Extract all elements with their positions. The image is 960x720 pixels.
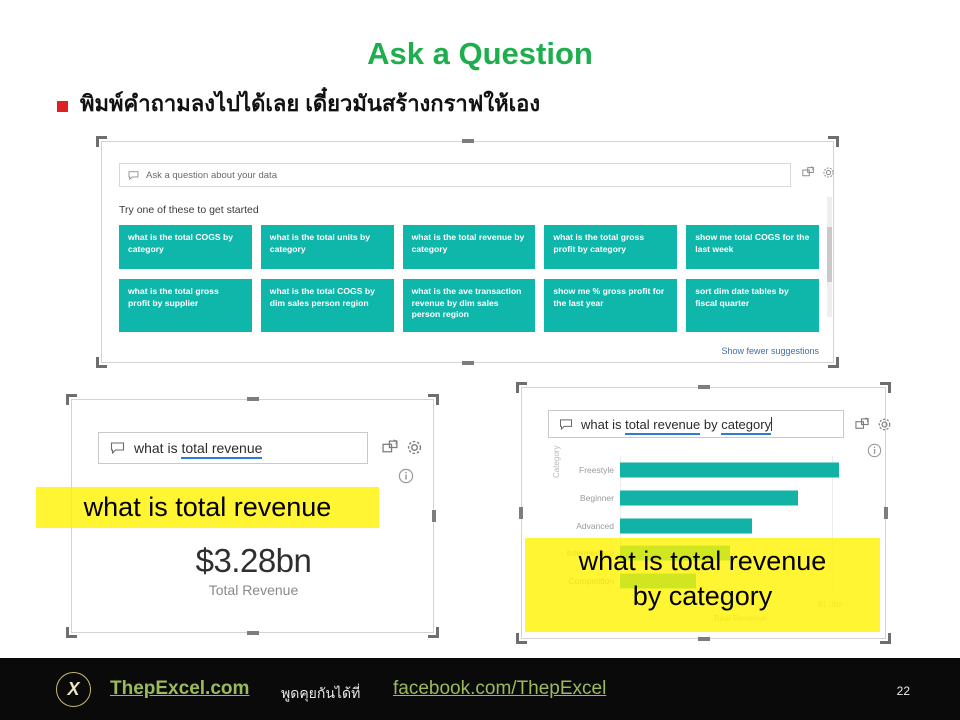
suggestion-tile[interactable]: what is the total units by category (260, 225, 394, 269)
highlight-annotation-right: what is total revenue by category (525, 538, 880, 632)
suggestion-tile[interactable]: what is the total revenue by category (402, 225, 536, 269)
selection-handle-bottom-left[interactable] (66, 627, 77, 638)
gear-icon[interactable] (877, 417, 892, 432)
qna-query-text-right: what is total revenue by category (581, 416, 773, 435)
thepexcel-logo-icon: X (56, 672, 91, 707)
qna-search-placeholder: Ask a question about your data (146, 169, 277, 181)
qna-search-input[interactable]: Ask a question about your data (119, 163, 791, 187)
chart-category-label: Beginner (579, 492, 614, 503)
selection-handle-top-mid[interactable] (246, 397, 259, 401)
suggestion-tile[interactable]: what is the total COGS by dim sales pers… (260, 279, 394, 332)
gear-icon[interactable] (406, 439, 423, 456)
pin-visual-icon[interactable] (802, 166, 815, 179)
selection-handle-top-right[interactable] (880, 382, 891, 393)
suggestions-heading: Try one of these to get started (119, 204, 259, 216)
chart-category-label: Advanced (576, 520, 614, 531)
speech-bubble-icon (110, 442, 125, 454)
footer-website-link[interactable]: ThepExcel.com (110, 678, 249, 700)
bullet-line: พิมพ์คำถามลงไปได้เลย เดี๋ยวมันสร้างกราฟใ… (57, 90, 540, 119)
page-number: 22 (896, 684, 910, 698)
suggestion-tile[interactable]: what is the total gross profit by suppli… (119, 279, 252, 332)
pin-visual-icon[interactable] (855, 417, 870, 432)
suggestion-row-2: what is the total gross profit by suppli… (119, 279, 819, 332)
suggestion-row-1: what is the total COGS by category what … (119, 225, 819, 269)
qna-query-text-left: what is total revenue (134, 440, 263, 459)
selection-handle-right-mid[interactable] (884, 507, 888, 519)
bullet-marker-icon (57, 100, 68, 112)
selection-handle-bottom-left[interactable] (96, 357, 107, 368)
slide: Ask a Question พิมพ์คำถามลงไปได้เลย เดี๋… (0, 0, 960, 720)
speech-bubble-icon (128, 170, 139, 180)
selection-handle-bottom-right[interactable] (428, 627, 439, 638)
chart-category-label: Freestyle (579, 464, 614, 475)
gear-icon[interactable] (822, 166, 835, 179)
show-fewer-suggestions-link[interactable]: Show fewer suggestions (721, 346, 819, 356)
qna-query-input-left[interactable]: what is total revenue (98, 432, 368, 464)
suggestion-tiles: what is the total COGS by category what … (119, 225, 819, 342)
selection-handle-right-mid[interactable] (432, 510, 436, 522)
suggestion-tile[interactable]: show me % gross profit for the last year (544, 279, 678, 332)
selection-handle-bottom-mid[interactable] (246, 631, 259, 635)
selection-handle-bottom-mid[interactable] (697, 637, 710, 641)
footer-facebook-link[interactable]: facebook.com/ThepExcel (393, 678, 606, 700)
suggestion-tile[interactable]: sort dim date tables by fiscal quarter (686, 279, 819, 332)
selection-handle-top-mid[interactable] (697, 385, 710, 389)
chart-y-axis-label: Category (552, 445, 561, 478)
bullet-text: พิมพ์คำถามลงไปได้เลย เดี๋ยวมันสร้างกราฟใ… (80, 91, 541, 116)
suggestion-tile[interactable]: what is the ave transaction revenue by d… (402, 279, 536, 332)
footer-bar: X ThepExcel.com พูดคุยกันได้ที่ facebook… (0, 658, 960, 720)
selection-handle-bottom-right[interactable] (828, 357, 839, 368)
qna-panel-screenshot: Ask a question about your data Try one o… (96, 136, 839, 368)
selection-handle-bottom-mid[interactable] (461, 361, 474, 365)
selection-handle-top-right[interactable] (828, 136, 839, 147)
selection-handle-left-mid[interactable] (519, 507, 523, 519)
highlight-annotation-left: what is total revenue (36, 487, 379, 528)
qna-query-input-right[interactable]: what is total revenue by category (548, 410, 844, 438)
suggestion-tile[interactable]: what is the total gross profit by catego… (544, 225, 678, 269)
qna-panel-actions (802, 166, 835, 179)
footer-thai-text: พูดคุยกันได้ที่ (281, 685, 361, 701)
selection-handle-top-right[interactable] (428, 394, 439, 405)
card-right-actions (855, 417, 892, 432)
card-left-actions (382, 439, 423, 456)
chart-bar[interactable] (620, 518, 752, 533)
kpi-value: $3.28bn (195, 542, 312, 579)
chart-bar[interactable] (620, 490, 799, 506)
pin-visual-icon[interactable] (382, 439, 399, 456)
speech-bubble-icon (559, 418, 573, 430)
selection-handle-top-left[interactable] (516, 382, 527, 393)
selection-handle-bottom-left[interactable] (516, 633, 527, 644)
selection-handle-bottom-right[interactable] (880, 633, 891, 644)
info-icon[interactable] (398, 468, 414, 484)
selection-handle-top-left[interactable] (96, 136, 107, 147)
chart-bar[interactable] (620, 462, 839, 478)
kpi-caption: Total Revenue (208, 582, 299, 598)
suggestion-tile[interactable]: show me total COGS for the last week (686, 225, 819, 269)
page-title: Ask a Question (367, 36, 593, 71)
suggestion-tile[interactable]: what is the total COGS by category (119, 225, 252, 269)
selection-handle-top-left[interactable] (66, 394, 77, 405)
panel-scrollbar[interactable] (827, 197, 832, 317)
selection-handle-top-mid[interactable] (461, 139, 474, 143)
